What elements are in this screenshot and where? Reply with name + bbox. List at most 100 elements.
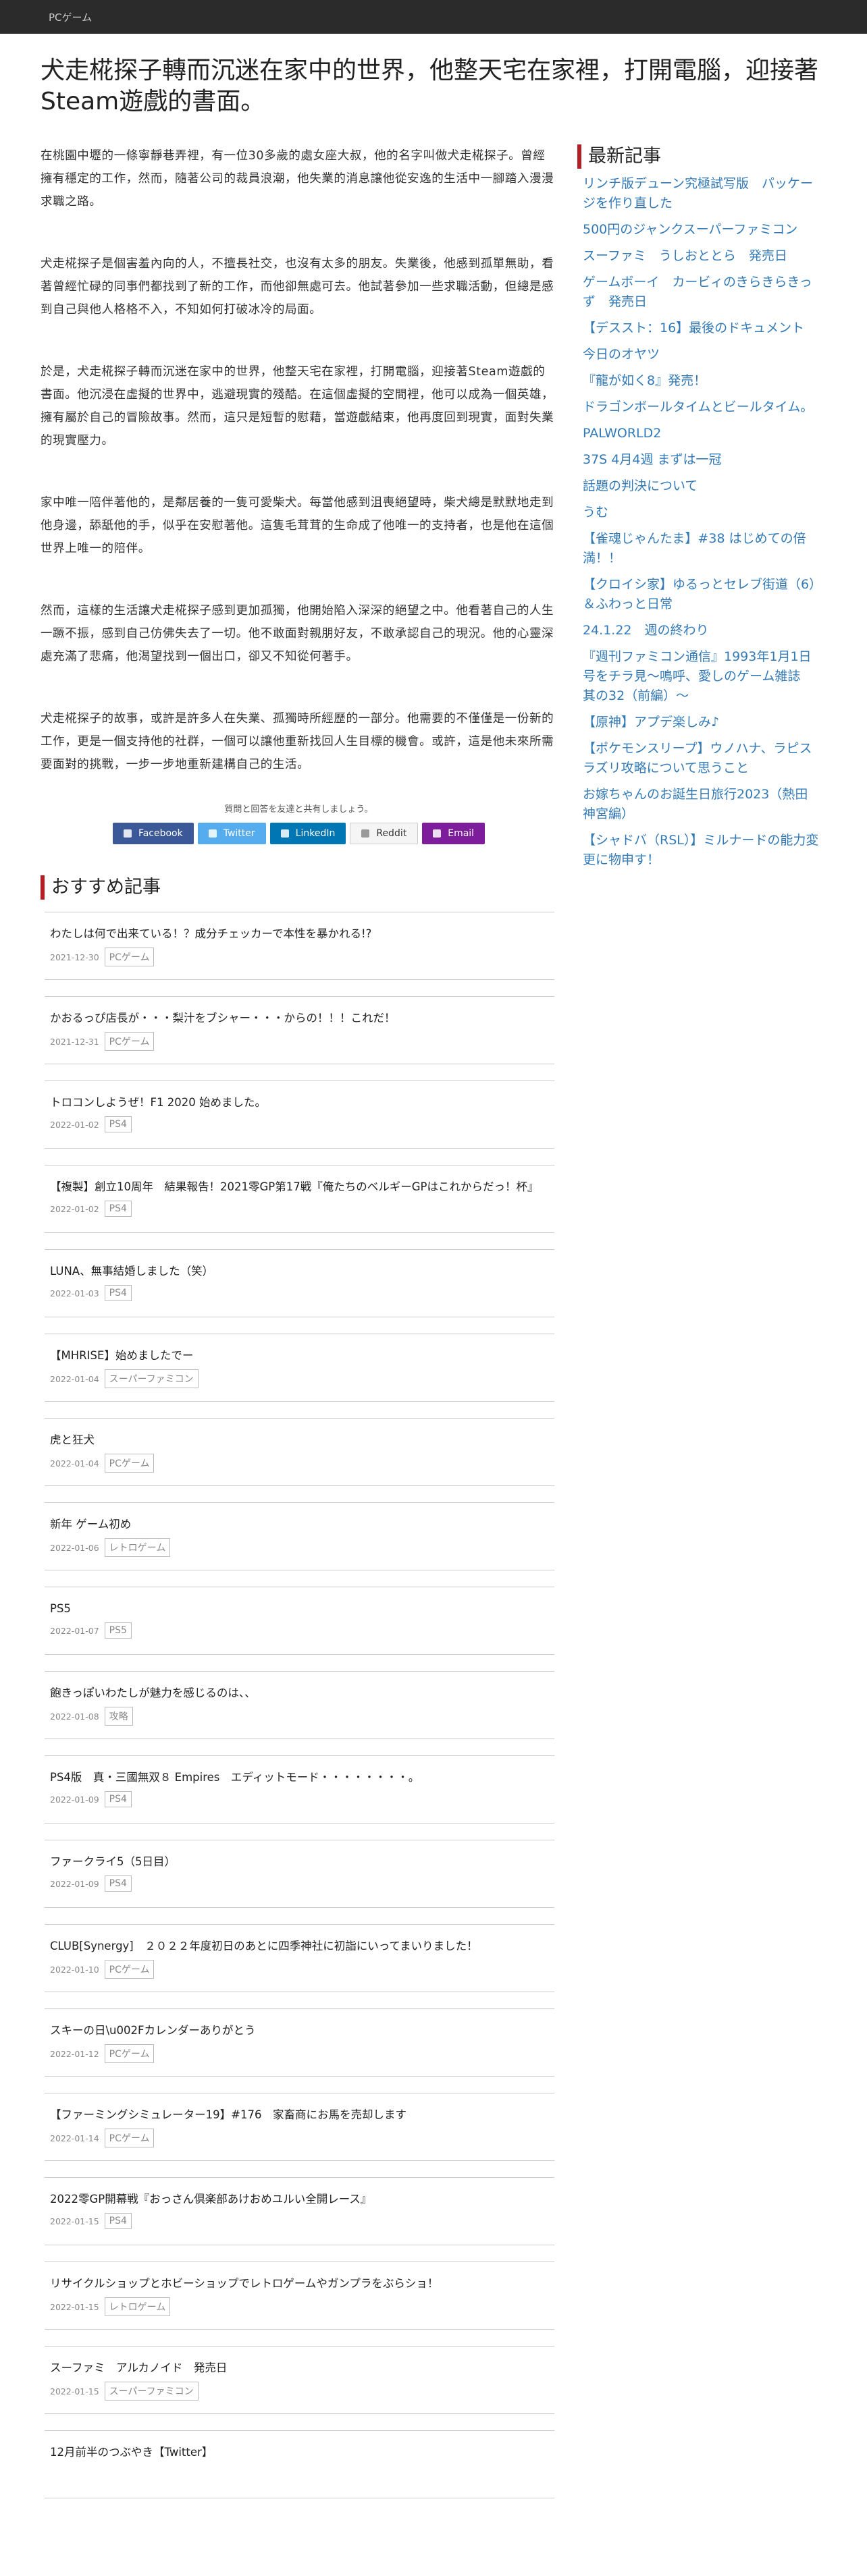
recommended-item[interactable]: リサイクルショップとホビーショップでレトロゲームやガンプラをぶらショ！ 2022-… [45, 2262, 554, 2330]
recommended-item[interactable]: 2022零GP開幕戦『おっさん倶楽部あけおめユルい全開レース』 2022-01-1… [45, 2177, 554, 2245]
sidebar-article-link[interactable]: 『週刊ファミコン通信』1993年1月1日号をチラ見〜鳴呼、愛しのゲーム雑誌 其の… [583, 647, 820, 706]
recommended-item-meta: 2022-01-15 PS4 [50, 2213, 549, 2229]
recommended-item[interactable]: 新年 ゲーム初め 2022-01-06 レトロゲーム [45, 1502, 554, 1570]
sidebar-article-link[interactable]: PALWORLD2 [583, 424, 820, 443]
reddit-share-button[interactable]: Reddit [350, 823, 419, 844]
sidebar-article-link[interactable]: 【雀魂じゃんたま】#38 はじめての倍満！！ [583, 529, 820, 568]
sidebar-article-link[interactable]: 今日のオヤツ [583, 345, 820, 364]
recommended-item[interactable]: わたしは何で出来ている！？成分チェッカーで本性を暴かれる!? 2021-12-30… [45, 912, 554, 980]
twitter-share-button[interactable]: Twitter [197, 823, 266, 844]
recommended-item-category-tag[interactable]: PCゲーム [104, 2129, 155, 2147]
sidebar-article-link[interactable]: 【クロイシ家】ゆるっとセレブ街道（6）＆ふわっと日常 [583, 575, 820, 614]
recommended-item-title[interactable]: PS4版 真・三國無双８ Empires エディットモード・・・・・・・・。 [50, 1768, 549, 1787]
recommended-item-category-tag[interactable]: PS4 [104, 2213, 132, 2229]
share-button-label: Reddit [376, 828, 407, 839]
main-column: 在桃園中壢的一條寧靜巷弄裡，有一位30多歲的處女座大叔，他的名字叫做犬走椛探子。… [41, 144, 557, 2515]
recommended-item-category-tag[interactable]: PS4 [104, 1285, 132, 1301]
recommended-item-category-tag[interactable]: PS4 [104, 1201, 132, 1217]
recommended-item-date: 2022-01-02 [50, 1203, 99, 1214]
recommended-item-category-tag[interactable]: PS4 [104, 1116, 132, 1132]
top-nav-category-link[interactable]: PCゲーム [49, 10, 92, 24]
recommended-item-title[interactable]: スーファミ アルカノイド 発売日 [50, 2359, 549, 2378]
recommended-item-category-tag[interactable]: PS5 [104, 1622, 132, 1639]
recommended-item-category-tag[interactable]: PS4 [104, 1875, 132, 1892]
recommended-item[interactable]: ファークライ5（5日目） 2022-01-09 PS4 [45, 1840, 554, 1908]
linkedin-icon [280, 829, 289, 838]
recommended-item[interactable]: かおるっぴ店長が・・・梨汁をブシャー・・・からの！！！これだ！ 2021-12-3… [45, 996, 554, 1064]
recommended-item[interactable]: 虎と狂犬 2022-01-04 PCゲーム [45, 1418, 554, 1486]
recommended-item[interactable]: 飽きっぽいわたしが魅力を感じるのは、、 2022-01-08 攻略 [45, 1671, 554, 1739]
recommended-item-title[interactable]: 飽きっぽいわたしが魅力を感じるのは、、 [50, 1684, 549, 1703]
recommended-item[interactable]: CLUB[Synergy] ２０２２年度初日のあとに四季神社に初詣にいってまいり… [45, 1924, 554, 1992]
facebook-share-button[interactable]: Facebook [112, 823, 194, 844]
sidebar-article-link[interactable]: 【シャドバ（RSL）】ミルナードの能力変更に物申す！ [583, 831, 820, 870]
linkedin-share-button[interactable]: LinkedIn [269, 823, 346, 844]
recommended-item-category-tag[interactable]: スーパーファミコン [104, 1369, 199, 1388]
recommended-item-title[interactable]: 【複製】創立10周年 結果報告！2021零GP第17戦『俺たちのベルギーGPはこ… [50, 1178, 549, 1197]
sidebar-article-link[interactable]: 話題の判決について [583, 476, 820, 496]
sidebar-article-link[interactable]: ゲームボーイ カービィのきらきらきっず 発売日 [583, 273, 820, 312]
share-button-label: Twitter [223, 828, 255, 839]
recommended-item[interactable]: 【ファーミングシミュレーター19】#176 家畜商にお馬を売却します 2022-0… [45, 2093, 554, 2161]
recommended-item-category-tag[interactable]: スーパーファミコン [104, 2382, 199, 2401]
sidebar-article-link[interactable]: リンチ版デューン究極試写版 パッケージを作り直した [583, 174, 820, 213]
recommended-item[interactable]: スキーの日\u002Fカレンダーありがとう 2022-01-12 PCゲーム [45, 2008, 554, 2077]
sidebar-article-link[interactable]: 【デススト：16】最後のドキュメント [583, 319, 820, 338]
recommended-item-meta: 2022-01-14 PCゲーム [50, 2129, 549, 2147]
sidebar-article-link[interactable]: 『龍が如く8』発売！ [583, 371, 820, 391]
recommended-item-category-tag[interactable]: PS4 [104, 1791, 132, 1807]
recommended-item[interactable]: トロコンしようぜ！F1 2020 始めました。 2022-01-02 PS4 [45, 1080, 554, 1149]
recommended-item-category-tag[interactable]: 攻略 [104, 1707, 133, 1726]
sidebar-article-link[interactable]: 500円のジャンクスーパーファミコン [583, 220, 820, 240]
sidebar-heading: 最新記事 [577, 144, 820, 169]
article-paragraph: 犬走椛探子是個害羞內向的人，不擅長社交，也沒有太多的朋友。失業後，他感到孤單無助… [41, 257, 554, 317]
recommended-item-title[interactable]: CLUB[Synergy] ２０２２年度初日のあとに四季神社に初詣にいってまいり… [50, 1937, 549, 1956]
recommended-item-title[interactable]: リサイクルショップとホビーショップでレトロゲームやガンプラをぶらショ！ [50, 2274, 549, 2293]
recommended-item[interactable]: PS5 2022-01-07 PS5 [45, 1587, 554, 1655]
sidebar-article-link[interactable]: うむ [583, 503, 820, 522]
recommended-item-title[interactable]: わたしは何で出来ている！？成分チェッカーで本性を暴かれる!? [50, 925, 549, 943]
article-paragraph: 家中唯一陪伴著他的，是鄰居養的一隻可愛柴犬。每當他感到沮喪絕望時，柴犬總是默默地… [41, 496, 554, 555]
recommended-item-date: 2022-01-02 [50, 1119, 99, 1130]
email-share-button[interactable]: Email [422, 823, 485, 844]
recommended-item-title[interactable]: スキーの日\u002Fカレンダーありがとう [50, 2021, 549, 2040]
recommended-item-title[interactable]: 【ファーミングシミュレーター19】#176 家畜商にお馬を売却します [50, 2106, 549, 2125]
sidebar-article-link[interactable]: 37S 4月4週 まずは一冠 [583, 450, 820, 470]
sidebar-article-link[interactable]: 【ポケモンスリープ】ウノハナ、ラピスラズリ攻略について思うこと [583, 739, 820, 778]
recommended-item-meta: 2022-01-15 スーパーファミコン [50, 2382, 549, 2401]
recommended-item-title[interactable]: LUNA、無事結婚しました（笑） [50, 1262, 549, 1281]
recommended-item-category-tag[interactable]: レトロゲーム [104, 1538, 171, 1557]
share-note: 質問と回答を友達と共有しましょう。 [224, 804, 373, 815]
sidebar-article-link[interactable]: スーファミ うしおととら 発売日 [583, 246, 820, 266]
page-layout: 在桃園中壢的一條寧靜巷弄裡，有一位30多歲的處女座大叔，他的名字叫做犬走椛探子。… [41, 144, 867, 2515]
share-buttons: Facebook Twitter LinkedIn Reddit Email [41, 823, 557, 844]
recommended-item[interactable]: LUNA、無事結婚しました（笑） 2022-01-03 PS4 [45, 1249, 554, 1317]
recommended-item-title[interactable]: 12月前半のつぶやき【Twitter】 [50, 2443, 549, 2462]
recommended-item-category-tag[interactable]: レトロゲーム [104, 2297, 171, 2316]
recommended-item-meta: 2022-01-03 PS4 [50, 1285, 549, 1301]
recommended-item[interactable]: 【複製】創立10周年 結果報告！2021零GP第17戦『俺たちのベルギーGPはこ… [45, 1165, 554, 1233]
sidebar-article-link[interactable]: 【原神】アプデ楽しみ♪ [583, 713, 820, 732]
recommended-item[interactable]: PS4版 真・三國無双８ Empires エディットモード・・・・・・・・。 20… [45, 1755, 554, 1824]
recommended-item[interactable]: 12月前半のつぶやき【Twitter】 [45, 2430, 554, 2498]
recommended-item-title[interactable]: 【MHRISE】始めましたでー [50, 1346, 549, 1365]
recommended-item-category-tag[interactable]: PCゲーム [104, 2044, 155, 2063]
share-button-label: Facebook [138, 828, 183, 839]
recommended-item-category-tag[interactable]: PCゲーム [104, 1960, 155, 1979]
recommended-item-title[interactable]: ファークライ5（5日目） [50, 1853, 549, 1871]
recommended-item-title[interactable]: 虎と狂犬 [50, 1431, 549, 1450]
recommended-item-title[interactable]: PS5 [50, 1599, 549, 1618]
recommended-item-title[interactable]: 新年 ゲーム初め [50, 1515, 549, 1534]
recommended-item-title[interactable]: かおるっぴ店長が・・・梨汁をブシャー・・・からの！！！これだ！ [50, 1009, 549, 1028]
sidebar: 最新記事 リンチ版デューン究極試写版 パッケージを作り直した 500円のジャンクス… [577, 144, 820, 2515]
sidebar-article-link[interactable]: ドラゴンボールタイムとビールタイム。 [583, 398, 820, 417]
recommended-item-title[interactable]: トロコンしようぜ！F1 2020 始めました。 [50, 1093, 549, 1112]
recommended-item-category-tag[interactable]: PCゲーム [104, 948, 155, 966]
recommended-item[interactable]: 【MHRISE】始めましたでー 2022-01-04 スーパーファミコン [45, 1334, 554, 1402]
recommended-item-category-tag[interactable]: PCゲーム [104, 1032, 155, 1051]
sidebar-article-link[interactable]: 24.1.22 週の終わり [583, 621, 820, 640]
sidebar-article-link[interactable]: お嫁ちゃんのお誕生日旅行2023（熱田神宮編） [583, 785, 820, 824]
recommended-item-category-tag[interactable]: PCゲーム [104, 1454, 155, 1473]
recommended-item-title[interactable]: 2022零GP開幕戦『おっさん倶楽部あけおめユルい全開レース』 [50, 2190, 549, 2209]
recommended-item[interactable]: スーファミ アルカノイド 発売日 2022-01-15 スーパーファミコン [45, 2346, 554, 2414]
